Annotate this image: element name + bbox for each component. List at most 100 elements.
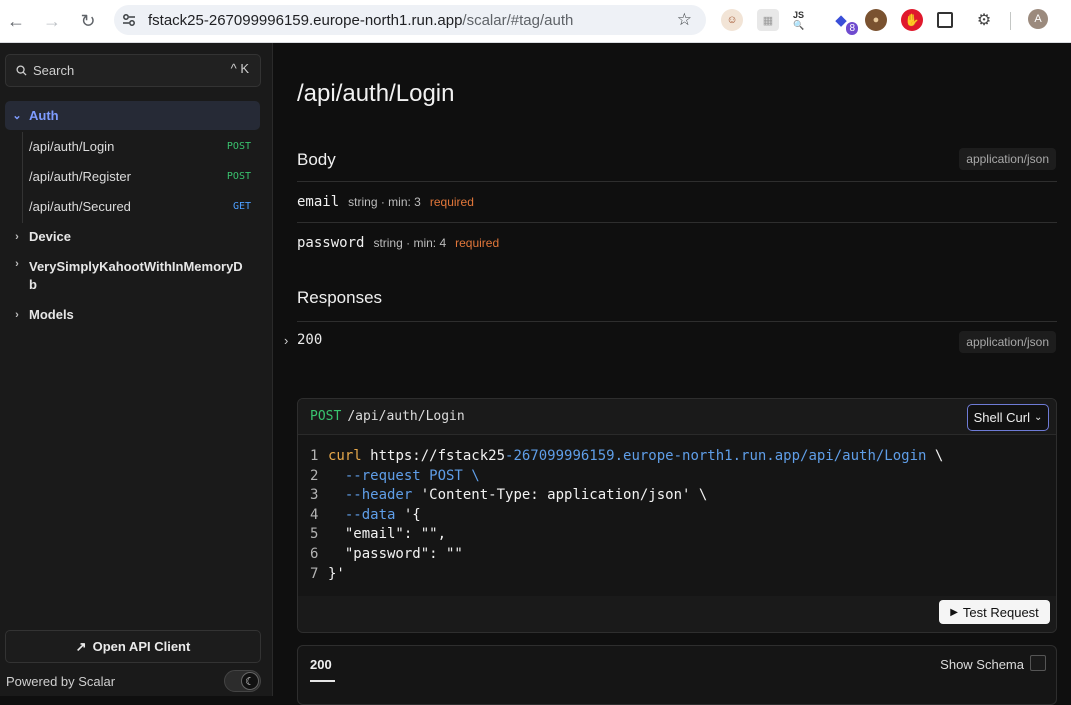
address-bar[interactable]: fstack25-267099996159.europe-north1.run.…: [114, 5, 706, 35]
forward-icon[interactable]: →: [38, 7, 66, 35]
test-request-button[interactable]: ▶ Test Request: [939, 600, 1050, 624]
code-token: }': [328, 565, 345, 582]
powered-by-scalar[interactable]: Powered by Scalar: [6, 674, 115, 689]
sidebar-group-label: Device: [29, 229, 71, 244]
sidebar-item-label: /api/auth/Register: [29, 168, 131, 184]
extension-js-icon[interactable]: JS🔍: [793, 9, 815, 31]
code-token: "password": "": [328, 545, 463, 562]
property-password: password string · min: 4 required: [297, 235, 499, 251]
code-token: -267099996159.europe-north1.run.app/api/…: [505, 448, 927, 464]
sidebar-group-label-wrap: VerySimplyKahootWithInMemoryD b: [29, 254, 243, 294]
code-line: 1 curl https://fstack25-267099996159.euro…: [298, 447, 1056, 467]
sidebar-item-secured[interactable]: /api/auth/Secured GET: [29, 193, 260, 219]
line-number: 2: [310, 467, 319, 484]
code-token: '{: [395, 506, 421, 523]
back-icon[interactable]: ←: [2, 7, 30, 35]
body-title: Body: [297, 150, 336, 169]
method-badge: POST: [226, 140, 251, 152]
code-token: \: [926, 448, 944, 464]
request-method: POST: [310, 409, 342, 424]
bookmark-star-icon[interactable]: ☆: [677, 10, 692, 30]
search-shortcut: ^ K: [230, 61, 249, 76]
code-token: curl: [328, 448, 362, 464]
browser-toolbar: ← → ↻ fstack25-267099996159.europe-north…: [0, 0, 1071, 43]
code-token: --header: [344, 487, 413, 504]
chevron-right-icon: ›: [15, 308, 19, 321]
sidebar-group-label-cont: b: [29, 277, 37, 292]
sidebar-item-register[interactable]: /api/auth/Register POST: [29, 163, 260, 189]
request-example-footer: ▶ Test Request: [298, 596, 1056, 632]
sidebar-group-label: Auth: [29, 108, 59, 123]
sidebar-group-kahoot[interactable]: › VerySimplyKahootWithInMemoryD b: [5, 254, 260, 292]
code-token: POST \: [420, 467, 480, 484]
sidebar-group-label: Models: [29, 307, 74, 322]
sidebar-group-models[interactable]: › Models: [5, 300, 260, 329]
request-example-header: POST /api/auth/Login Shell Curl ⌄: [298, 399, 1056, 435]
response-content-type: application/json: [959, 331, 1056, 353]
property-required: required: [429, 195, 474, 209]
search-icon: [16, 65, 27, 76]
page-title: /api/auth/Login: [297, 80, 455, 107]
property-name: password: [297, 235, 365, 251]
response-200-toggle[interactable]: › 200: [284, 332, 322, 348]
extension-block-icon[interactable]: ✋: [901, 9, 923, 31]
code-token: "email": "",: [328, 526, 447, 543]
sidebar-group-auth[interactable]: ⌄ Auth: [5, 101, 260, 130]
toolbar-divider: [1010, 12, 1011, 30]
open-api-client-button[interactable]: ↗ Open API Client: [5, 630, 261, 663]
sidebar-item-login[interactable]: /api/auth/Login POST: [29, 133, 260, 159]
request-path: /api/auth/Login: [347, 409, 465, 424]
sidebar-group-label: VerySimplyKahootWithInMemoryD: [29, 259, 243, 274]
line-number: 1: [310, 448, 319, 464]
response-code: 200: [297, 332, 323, 348]
code-token: --request: [344, 467, 421, 484]
property-meta: string · min: 3: [348, 195, 421, 209]
show-schema-checkbox[interactable]: [1030, 655, 1046, 671]
tab-response-200[interactable]: 200: [310, 657, 332, 672]
code-line: 2 --request POST \: [298, 467, 1056, 487]
extension-face-icon[interactable]: ☺: [721, 9, 743, 31]
language-select[interactable]: Shell Curl ⌄: [967, 404, 1049, 431]
open-client-label: Open API Client: [92, 639, 191, 654]
line-number: 3: [310, 487, 319, 504]
extension-reader-icon[interactable]: [937, 12, 953, 28]
main-content: /api/auth/Login Body application/json em…: [274, 43, 1071, 705]
property-required: required: [455, 236, 500, 250]
search-input[interactable]: Search ^ K: [5, 54, 261, 87]
divider: [297, 222, 1057, 223]
test-request-label: Test Request: [962, 604, 1039, 620]
code-line: 7}': [298, 565, 1056, 585]
dark-mode-toggle[interactable]: ☾: [224, 670, 261, 692]
code-token: 'Content-Type: application/json' \: [412, 487, 708, 504]
code-token: --data: [344, 506, 396, 523]
chevron-right-icon: ›: [15, 258, 19, 270]
nav-rail: [22, 132, 23, 223]
code-line: 5 "email": "",: [298, 525, 1056, 545]
sidebar-item-label: /api/auth/Login: [29, 138, 115, 154]
method-badge: GET: [232, 200, 251, 212]
tab-underline: [310, 680, 335, 682]
sidebar-item-label: /api/auth/Secured: [29, 198, 131, 214]
method-badge: POST: [226, 170, 251, 182]
moon-icon: ☾: [241, 672, 259, 690]
reload-icon[interactable]: ↻: [74, 7, 102, 35]
extension-cookie-icon[interactable]: ●: [865, 9, 887, 31]
profile-avatar[interactable]: A: [1028, 9, 1048, 29]
chevron-right-icon: ›: [15, 230, 19, 243]
line-number: 6: [310, 545, 319, 562]
extension-grid-icon[interactable]: ▦: [757, 9, 779, 31]
sidebar-group-device[interactable]: › Device: [5, 222, 260, 251]
show-schema-label: Show Schema: [940, 657, 1024, 672]
sidebar: Search ^ K ⌄ Auth /api/auth/Login POST /…: [0, 43, 273, 696]
body-content-type: application/json: [959, 148, 1056, 170]
code-token: https://fstack25: [370, 448, 506, 464]
extension-stack-icon[interactable]: ◆ 8: [830, 9, 858, 35]
property-meta: string · min: 4: [373, 236, 447, 250]
responses-title: Responses: [297, 288, 383, 307]
chevron-right-icon: ›: [284, 332, 289, 348]
line-number: 5: [310, 526, 319, 543]
site-info-icon[interactable]: [114, 5, 144, 35]
extensions-puzzle-icon[interactable]: ⚙: [973, 9, 995, 31]
code-line: 4 --data '{: [298, 506, 1056, 526]
code-block[interactable]: 1 curl https://fstack25-267099996159.euro…: [298, 447, 1056, 584]
